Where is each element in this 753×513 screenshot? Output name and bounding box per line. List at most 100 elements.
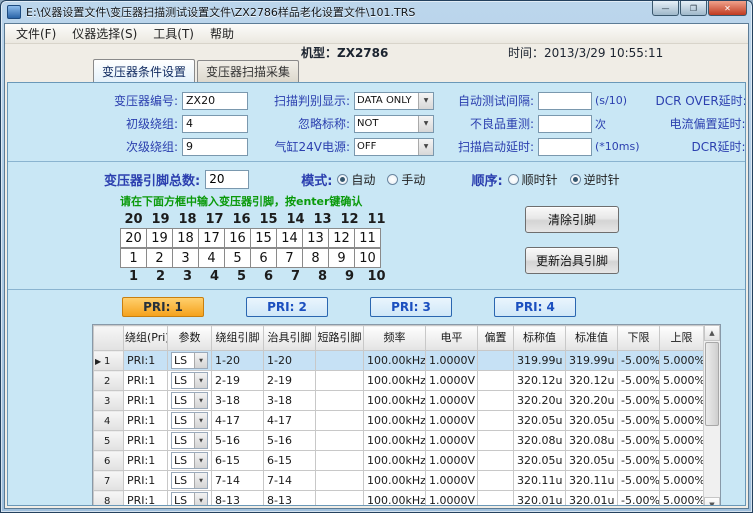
cell-freq[interactable]: 100.00kHz (364, 431, 426, 451)
cell-fpins[interactable]: 4-17 (264, 411, 316, 431)
vertical-scrollbar[interactable]: ▲ ▼ (703, 325, 720, 505)
cell-freq[interactable]: 100.00kHz (364, 411, 426, 431)
table-row[interactable]: 2PRI:1LS▼2-192-19100.00kHz1.0000V320.12u… (94, 371, 704, 391)
pin-input[interactable]: 8 (302, 248, 329, 268)
dropdown[interactable]: NOT▼ (354, 115, 434, 133)
pin-input[interactable]: 10 (354, 248, 381, 268)
pin-input[interactable]: 12 (328, 228, 355, 248)
cell-freq[interactable]: 100.00kHz (364, 371, 426, 391)
column-header[interactable]: 上限 (660, 326, 704, 351)
cell-wpins[interactable]: 4-17 (212, 411, 264, 431)
column-header[interactable]: 短路引脚 (316, 326, 364, 351)
cell-spins[interactable] (316, 351, 364, 371)
cell-param[interactable]: LS▼ (168, 391, 212, 411)
cell-level[interactable]: 1.0000V (426, 471, 478, 491)
cell-bias[interactable] (478, 451, 514, 471)
table-row[interactable]: 3PRI:1LS▼3-183-18100.00kHz1.0000V320.20u… (94, 391, 704, 411)
pin-input[interactable]: 2 (146, 248, 173, 268)
cell-lower[interactable]: -5.00% (618, 391, 660, 411)
cell-level[interactable]: 1.0000V (426, 371, 478, 391)
cell-winding[interactable]: PRI:1 (124, 351, 168, 371)
text-input[interactable] (538, 115, 592, 133)
cell-spins[interactable] (316, 411, 364, 431)
cell-fpins[interactable]: 2-19 (264, 371, 316, 391)
cell-bias[interactable] (478, 391, 514, 411)
cell-param[interactable]: LS▼ (168, 351, 212, 371)
pin-total-input[interactable] (205, 170, 249, 189)
pin-input[interactable]: 4 (198, 248, 225, 268)
pri-tab-2[interactable]: PRI: 2 (246, 297, 328, 317)
table-row[interactable]: ▶1PRI:1LS▼1-201-20100.00kHz1.0000V319.99… (94, 351, 704, 371)
cell-lower[interactable]: -5.00% (618, 371, 660, 391)
cell-lower[interactable]: -5.00% (618, 491, 660, 506)
cell-upper[interactable]: 5.000% (660, 391, 704, 411)
cell-bias[interactable] (478, 351, 514, 371)
cell-freq[interactable]: 100.00kHz (364, 391, 426, 411)
cell-param[interactable]: LS▼ (168, 431, 212, 451)
cell-param[interactable]: LS▼ (168, 411, 212, 431)
chevron-down-icon[interactable]: ▼ (194, 373, 207, 388)
cell-nominal[interactable]: 320.11u (514, 471, 566, 491)
cell-lower[interactable]: -5.00% (618, 471, 660, 491)
pin-input[interactable]: 20 (120, 228, 147, 248)
pin-input[interactable]: 9 (328, 248, 355, 268)
cell-nominal[interactable]: 320.05u (514, 411, 566, 431)
cell-level[interactable]: 1.0000V (426, 411, 478, 431)
chevron-down-icon[interactable]: ▼ (418, 93, 433, 109)
dropdown[interactable]: OFF▼ (354, 138, 434, 156)
cell-level[interactable]: 1.0000V (426, 491, 478, 506)
cell-upper[interactable]: 5.000% (660, 371, 704, 391)
cell-level[interactable]: 1.0000V (426, 451, 478, 471)
table-row[interactable]: 4PRI:1LS▼4-174-17100.00kHz1.0000V320.05u… (94, 411, 704, 431)
cell-upper[interactable]: 5.000% (660, 471, 704, 491)
column-header[interactable]: 参数 (168, 326, 212, 351)
param-dropdown[interactable]: LS▼ (171, 472, 208, 489)
mode-radio-option[interactable]: 自动 (337, 171, 375, 188)
text-input[interactable] (182, 115, 248, 133)
cell-wpins[interactable]: 7-14 (212, 471, 264, 491)
cell-standard[interactable]: 320.11u (566, 471, 618, 491)
cell-winding[interactable]: PRI:1 (124, 471, 168, 491)
menu-item[interactable]: 仪器选择(S) (64, 23, 145, 44)
chevron-down-icon[interactable]: ▼ (194, 413, 207, 428)
row-header[interactable]: 8 (94, 491, 124, 506)
cell-fpins[interactable]: 5-16 (264, 431, 316, 451)
cell-spins[interactable] (316, 451, 364, 471)
text-input[interactable] (538, 92, 592, 110)
cell-spins[interactable] (316, 431, 364, 451)
column-header[interactable]: 下限 (618, 326, 660, 351)
table-row[interactable]: 5PRI:1LS▼5-165-16100.00kHz1.0000V320.08u… (94, 431, 704, 451)
cell-standard[interactable]: 320.12u (566, 371, 618, 391)
cell-wpins[interactable]: 6-15 (212, 451, 264, 471)
pin-input[interactable]: 17 (198, 228, 225, 248)
column-header[interactable]: 偏置 (478, 326, 514, 351)
cell-winding[interactable]: PRI:1 (124, 391, 168, 411)
row-header[interactable]: 5 (94, 431, 124, 451)
menu-item[interactable]: 文件(F) (8, 23, 64, 44)
text-input[interactable] (182, 138, 248, 156)
cell-spins[interactable] (316, 391, 364, 411)
cell-nominal[interactable]: 320.05u (514, 451, 566, 471)
cell-upper[interactable]: 5.000% (660, 431, 704, 451)
chevron-down-icon[interactable]: ▼ (194, 433, 207, 448)
dropdown[interactable]: DATA ONLY▼ (354, 92, 434, 110)
cell-bias[interactable] (478, 431, 514, 451)
column-header[interactable]: 频率 (364, 326, 426, 351)
cell-fpins[interactable]: 3-18 (264, 391, 316, 411)
cell-fpins[interactable]: 1-20 (264, 351, 316, 371)
clear-pins-button[interactable]: 清除引脚 (525, 206, 619, 233)
cell-lower[interactable]: -5.00% (618, 351, 660, 371)
cell-standard[interactable]: 320.05u (566, 451, 618, 471)
pri-tab-4[interactable]: PRI: 4 (494, 297, 576, 317)
chevron-down-icon[interactable]: ▼ (194, 353, 207, 368)
pin-input[interactable]: 16 (224, 228, 251, 248)
mode-radio-option[interactable]: 手动 (387, 171, 425, 188)
cell-wpins[interactable]: 5-16 (212, 431, 264, 451)
param-dropdown[interactable]: LS▼ (171, 412, 208, 429)
cell-level[interactable]: 1.0000V (426, 391, 478, 411)
cell-winding[interactable]: PRI:1 (124, 431, 168, 451)
chevron-down-icon[interactable]: ▼ (194, 473, 207, 488)
param-dropdown[interactable]: LS▼ (171, 492, 208, 505)
cell-param[interactable]: LS▼ (168, 471, 212, 491)
param-dropdown[interactable]: LS▼ (171, 432, 208, 449)
